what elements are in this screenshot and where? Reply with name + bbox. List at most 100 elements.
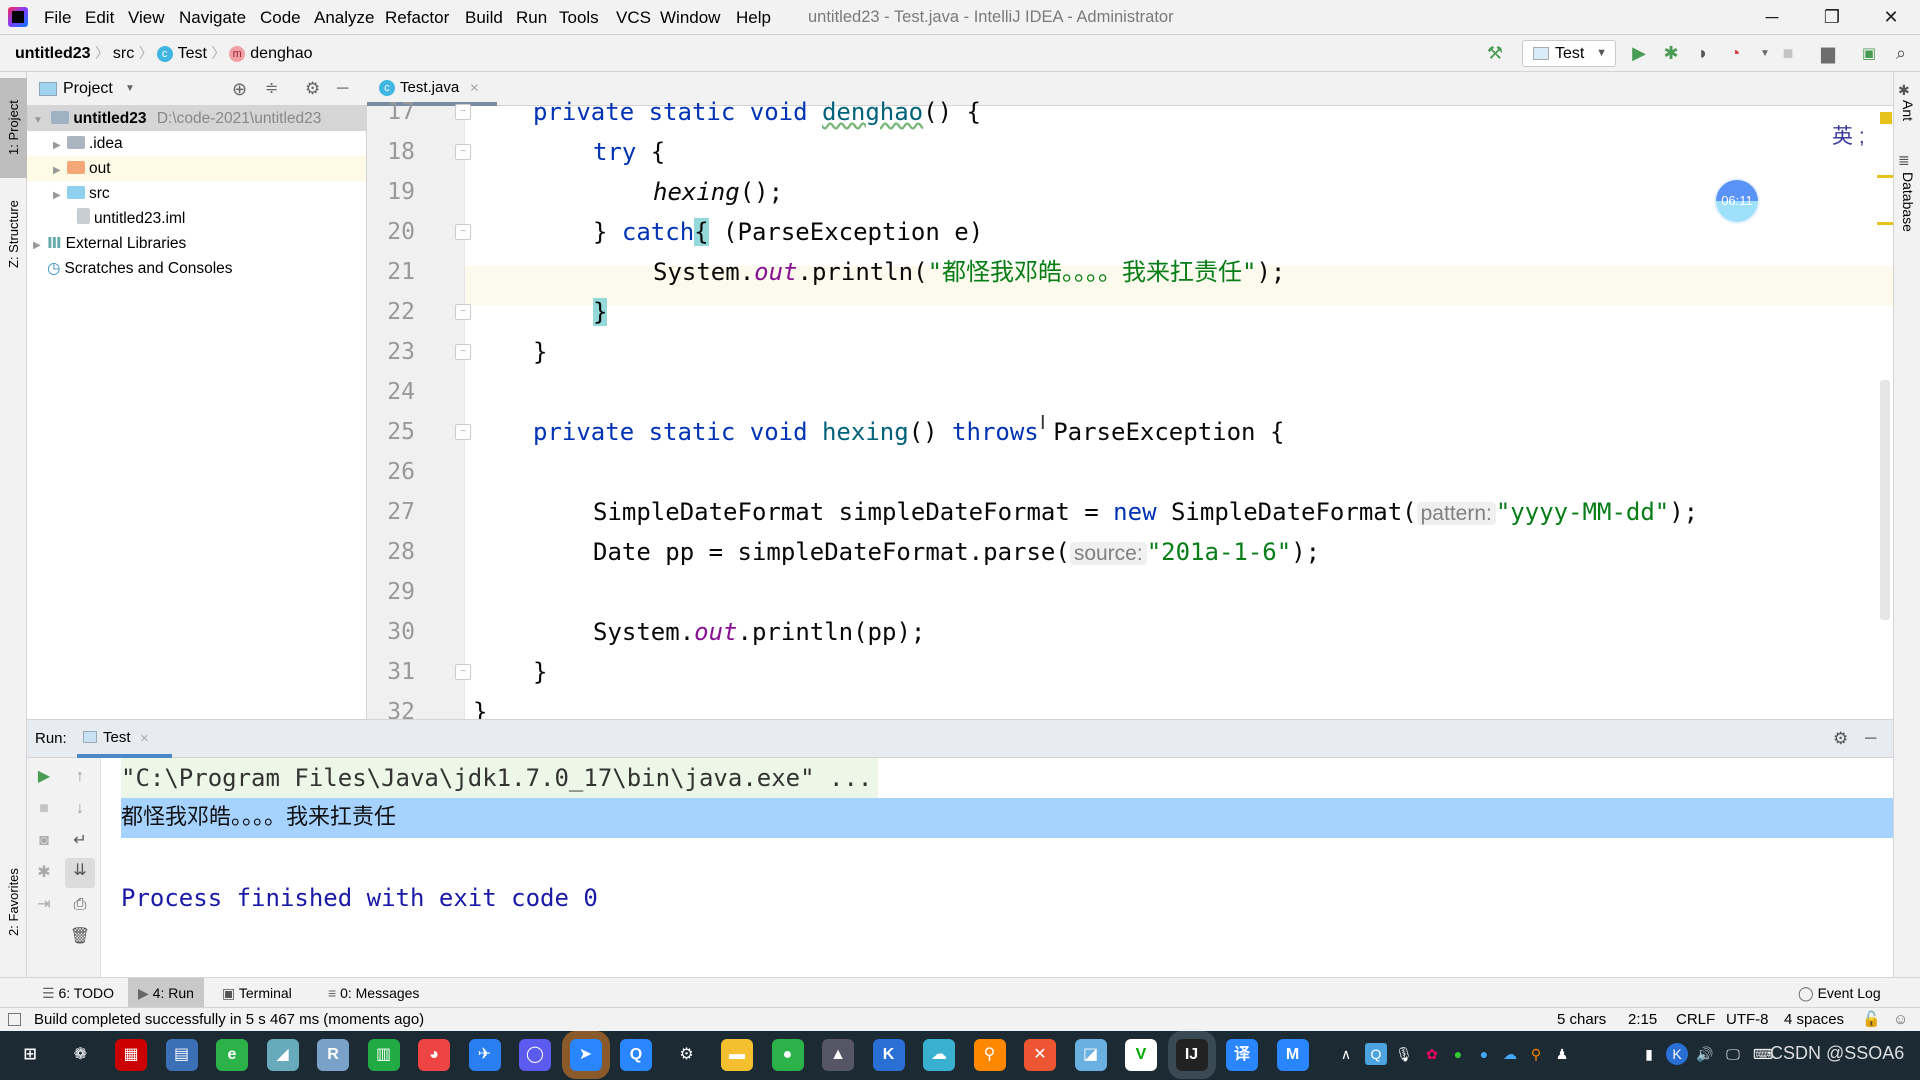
debug-icon[interactable]: ✱: [31, 860, 57, 886]
lock-icon[interactable]: 🔓: [1862, 1008, 1881, 1032]
menu-code[interactable]: Code: [260, 0, 301, 35]
soft-wrap-icon[interactable]: ↵: [67, 828, 93, 854]
windows-start-icon[interactable]: ⊞: [14, 1039, 46, 1071]
hide-icon[interactable]: ─: [337, 72, 348, 106]
camera-icon[interactable]: ◙: [31, 828, 57, 854]
app-m-icon[interactable]: M: [1276, 1039, 1309, 1071]
code-line[interactable]: } catch{ (ParseException e): [593, 212, 998, 252]
fold-marker-icon[interactable]: −: [455, 144, 471, 160]
terminal-icon[interactable]: ▣: [1856, 40, 1882, 67]
app-search-icon[interactable]: ⚲: [973, 1039, 1006, 1071]
breadcrumb-src[interactable]: src: [113, 45, 134, 62]
app-x-icon[interactable]: ✕: [1024, 1039, 1056, 1071]
code-line[interactable]: }: [533, 332, 547, 372]
run-config-dropdown[interactable]: Test ▼: [1522, 40, 1616, 67]
caret-position[interactable]: 2:15: [1628, 1008, 1657, 1032]
app-ie-icon[interactable]: e: [216, 1039, 248, 1071]
app-circle-icon[interactable]: ◯: [519, 1039, 551, 1071]
trash-icon[interactable]: 🗑: [67, 924, 93, 950]
breadcrumb-project[interactable]: untitled23: [15, 45, 91, 62]
fold-marker-icon[interactable]: −: [455, 664, 471, 680]
down-arrow-icon[interactable]: ↓: [67, 796, 93, 822]
tab-project[interactable]: 1: Project: [0, 78, 27, 178]
menu-file[interactable]: File: [44, 0, 71, 35]
event-log-button[interactable]: ◯ Event Log: [1788, 978, 1891, 1008]
menu-analyze[interactable]: Analyze: [314, 0, 374, 35]
status-toggle-icon[interactable]: [8, 1013, 21, 1026]
code-line[interactable]: System.out.println(pp);: [593, 612, 925, 652]
code-line[interactable]: SimpleDateFormat simpleDateFormat = new …: [593, 492, 1698, 532]
breadcrumb-class[interactable]: Test: [178, 45, 207, 62]
expand-arrow-icon[interactable]: ▶: [53, 133, 67, 158]
inspection-warning-icon[interactable]: [1880, 112, 1892, 124]
app-r-icon[interactable]: R: [317, 1039, 349, 1071]
microphone-icon[interactable]: 🎙: [1393, 1043, 1415, 1065]
expand-arrow-icon[interactable]: ▼: [33, 108, 47, 133]
app-vc-icon[interactable]: V: [1125, 1039, 1157, 1071]
project-view-selector[interactable]: Project: [63, 72, 113, 106]
tray-app-icon[interactable]: ▮: [1638, 1043, 1660, 1065]
warning-stripe[interactable]: [1877, 175, 1893, 178]
code-line[interactable]: try {: [593, 132, 665, 172]
restore-button[interactable]: ❐: [1803, 0, 1861, 35]
tree-item-iml[interactable]: untitled23.iml: [27, 206, 366, 231]
menu-vcs[interactable]: VCS: [616, 0, 651, 35]
tab-ant[interactable]: Ant: [1894, 100, 1920, 121]
tab-run[interactable]: ▶ 4: Run: [128, 978, 204, 1008]
app-qsearch-icon[interactable]: Q: [620, 1039, 652, 1071]
tab-messages[interactable]: ≡ 0: Messages: [318, 978, 429, 1008]
app-cloud-icon[interactable]: ☁: [923, 1039, 955, 1071]
exit-icon[interactable]: ⇥: [31, 892, 57, 918]
fold-marker-icon[interactable]: −: [455, 344, 471, 360]
tray-chevron-icon[interactable]: ∧: [1335, 1043, 1357, 1065]
close-tab-icon[interactable]: ✕: [469, 81, 479, 95]
menu-view[interactable]: View: [128, 0, 165, 35]
gear-icon[interactable]: ⚙: [1833, 720, 1848, 758]
network-icon[interactable]: 🖵: [1722, 1043, 1744, 1065]
fold-marker-icon[interactable]: −: [455, 224, 471, 240]
project-structure-icon[interactable]: ▆: [1815, 40, 1841, 67]
app-cap-icon[interactable]: ▲: [822, 1039, 854, 1071]
app-k-icon[interactable]: K: [872, 1039, 905, 1071]
run-tab-test[interactable]: Test ✕: [77, 720, 172, 758]
app-window-icon[interactable]: ▤: [165, 1039, 198, 1071]
fold-marker-icon[interactable]: −: [455, 104, 471, 120]
app-feiji-icon[interactable]: ➤: [569, 1039, 602, 1071]
line-separator[interactable]: CRLF: [1676, 1008, 1715, 1032]
tree-item-external-libraries[interactable]: ▶ Ⅲ External Libraries: [27, 231, 366, 256]
app-bird-icon[interactable]: ✈: [468, 1039, 501, 1071]
app-settings-icon[interactable]: ⚙: [670, 1039, 703, 1071]
qq-icon[interactable]: ♟: [1551, 1043, 1573, 1065]
status-message[interactable]: Build completed successfully in 5 s 467 …: [34, 1008, 424, 1032]
code-line[interactable]: }: [593, 292, 608, 332]
close-button[interactable]: ✕: [1862, 0, 1920, 35]
gear-icon[interactable]: ⚙: [305, 72, 320, 106]
build-hammer-icon[interactable]: ⚒: [1482, 40, 1508, 67]
tree-item-module[interactable]: ▼ untitled23 D:\code-2021\untitled23: [27, 106, 366, 131]
tray-app-icon[interactable]: ✿: [1421, 1043, 1443, 1065]
tree-item-out[interactable]: ▶ out: [27, 156, 366, 181]
app-green-icon[interactable]: ▥: [367, 1039, 400, 1071]
fold-marker-icon[interactable]: −: [455, 424, 471, 440]
locate-icon[interactable]: ⊕: [232, 72, 247, 106]
scroll-to-end-icon[interactable]: ⇊: [65, 858, 95, 888]
app-chrome-icon[interactable]: ◕: [418, 1039, 450, 1071]
up-arrow-icon[interactable]: ↑: [67, 764, 93, 790]
tab-todo[interactable]: ☰ 6: TODO: [32, 978, 124, 1008]
menu-edit[interactable]: Edit: [85, 0, 114, 35]
app-red-icon[interactable]: ▦: [115, 1039, 147, 1071]
stop-icon[interactable]: ■: [31, 796, 57, 822]
code-line[interactable]: Date pp = simpleDateFormat.parse(source:…: [593, 532, 1320, 572]
wechat-tray-icon[interactable]: ●: [1447, 1043, 1469, 1065]
app-photo-icon[interactable]: ◪: [1074, 1039, 1107, 1071]
chevron-down-icon[interactable]: ▼: [125, 72, 135, 106]
menu-help[interactable]: Help: [736, 0, 771, 35]
tray-app-icon[interactable]: ☁: [1499, 1043, 1521, 1065]
clock-widget[interactable]: 06:11: [1714, 178, 1760, 224]
tab-favorites[interactable]: 2: Favorites: [0, 852, 27, 952]
warning-stripe[interactable]: [1877, 222, 1893, 225]
indent-setting[interactable]: 4 spaces: [1784, 1008, 1844, 1032]
menu-run[interactable]: Run: [516, 0, 547, 35]
collapse-all-icon[interactable]: ≑: [265, 72, 278, 106]
menu-refactor[interactable]: Refactor: [385, 0, 449, 35]
